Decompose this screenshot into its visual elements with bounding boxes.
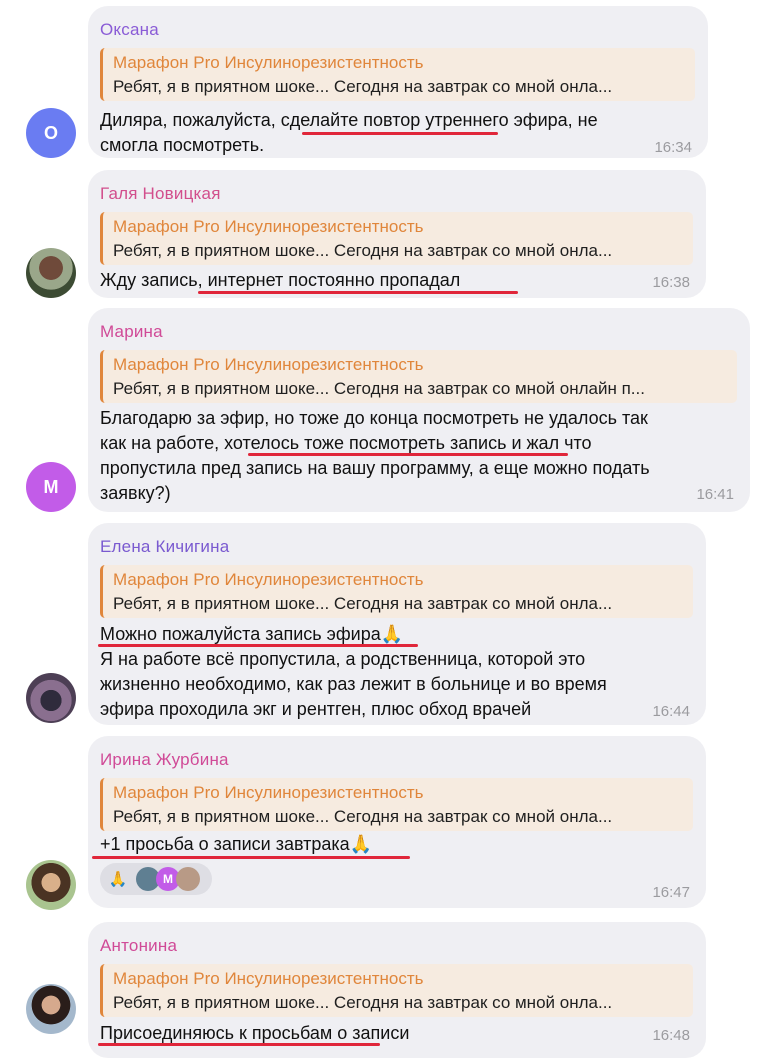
reply-text: Ребят, я в приятном шоке... Сегодня на з…: [113, 807, 613, 826]
highlight-underline: [92, 856, 410, 859]
reply-quote[interactable]: Марафон Pro Инсулинорезистентность Ребят…: [100, 350, 737, 403]
reply-quote[interactable]: Марафон Pro Инсулинорезистентность Ребят…: [100, 212, 693, 265]
photo-avatar[interactable]: [26, 673, 76, 723]
reactor-avatar[interactable]: [176, 867, 200, 891]
reply-title: Марафон Pro Инсулинорезистентность: [113, 570, 424, 589]
message-text-line: +1 просьба о записи завтрака🙏: [100, 834, 373, 854]
message-text-line: Я на работе всё пропустила, а родственни…: [100, 649, 586, 669]
message-bubble[interactable]: Марина Марафон Pro Инсулинорезистентност…: [88, 308, 750, 512]
reactions-bar[interactable]: 🙏 М: [100, 863, 212, 895]
avatar[interactable]: М: [26, 462, 76, 512]
reply-quote[interactable]: Марафон Pro Инсулинорезистентность Ребят…: [100, 778, 693, 831]
message-text-line: смогла посмотреть.: [100, 135, 265, 155]
highlight-underline: [98, 1043, 380, 1046]
reply-quote[interactable]: Марафон Pro Инсулинорезистентность Ребят…: [100, 565, 693, 618]
reply-text: Ребят, я в приятном шоке... Сегодня на з…: [113, 77, 613, 96]
reply-title: Марафон Pro Инсулинорезистентность: [113, 969, 424, 988]
reply-quote[interactable]: Марафон Pro Инсулинорезистентность Ребят…: [100, 48, 695, 101]
message-time: 16:48: [652, 1027, 690, 1044]
message-text-line: пропустила пред запись на вашу программу…: [100, 458, 650, 478]
message-bubble[interactable]: Оксана Марафон Pro Инсулинорезистентност…: [88, 6, 708, 158]
sender-name[interactable]: Галя Новицкая: [100, 184, 221, 204]
reply-text: Ребят, я в приятном шоке... Сегодня на з…: [113, 993, 613, 1012]
photo-avatar[interactable]: [26, 860, 76, 910]
reply-text: Ребят, я в приятном шоке... Сегодня на з…: [113, 241, 613, 260]
message-text-line: жизненно необходимо, как раз лежит в бол…: [100, 674, 607, 694]
sender-name[interactable]: Ирина Журбина: [100, 750, 229, 770]
sender-name[interactable]: Оксана: [100, 20, 159, 40]
avatar[interactable]: О: [26, 108, 76, 158]
highlight-underline: [198, 291, 518, 294]
photo-avatar[interactable]: [26, 248, 76, 298]
reply-quote[interactable]: Марафон Pro Инсулинорезистентность Ребят…: [100, 964, 693, 1017]
reply-text: Ребят, я в приятном шоке... Сегодня на з…: [113, 594, 613, 613]
reply-title: Марафон Pro Инсулинорезистентность: [113, 783, 424, 802]
message-time: 16:38: [652, 274, 690, 291]
message-time: 16:34: [654, 139, 692, 156]
message-text-line: эфира проходила экг и рентген, плюс обхо…: [100, 699, 532, 719]
sender-name[interactable]: Марина: [100, 322, 163, 342]
photo-avatar[interactable]: [26, 984, 76, 1034]
highlight-underline: [302, 132, 498, 135]
message-time: 16:44: [652, 703, 690, 720]
sender-name[interactable]: Елена Кичигина: [100, 537, 229, 557]
message-bubble[interactable]: Ирина Журбина Марафон Pro Инсулинорезист…: [88, 736, 706, 908]
message-bubble[interactable]: Галя Новицкая Марафон Pro Инсулинорезист…: [88, 170, 706, 298]
message-bubble[interactable]: Елена Кичигина Марафон Pro Инсулинорезис…: [88, 523, 706, 725]
message-text-line: заявку?): [100, 483, 171, 503]
message-text-line: Диляра, пожалуйста, сделайте повтор утре…: [100, 110, 598, 130]
message-time: 16:41: [696, 486, 734, 503]
message-bubble[interactable]: Антонина Марафон Pro Инсулинорезистентно…: [88, 922, 706, 1058]
message-text-line: Жду запись, интернет постоянно пропадал: [100, 270, 461, 290]
message-text-line: Благодарю за эфир, но тоже до конца посм…: [100, 408, 648, 428]
reply-text: Ребят, я в приятном шоке... Сегодня на з…: [113, 379, 645, 398]
sender-name[interactable]: Антонина: [100, 936, 177, 956]
pray-reaction-icon[interactable]: 🙏: [106, 867, 130, 891]
reply-title: Марафон Pro Инсулинорезистентность: [113, 355, 424, 374]
reply-title: Марафон Pro Инсулинорезистентность: [113, 217, 424, 236]
highlight-underline: [248, 453, 568, 456]
highlight-underline: [98, 644, 418, 647]
reply-title: Марафон Pro Инсулинорезистентность: [113, 53, 424, 72]
message-time: 16:47: [652, 884, 690, 901]
